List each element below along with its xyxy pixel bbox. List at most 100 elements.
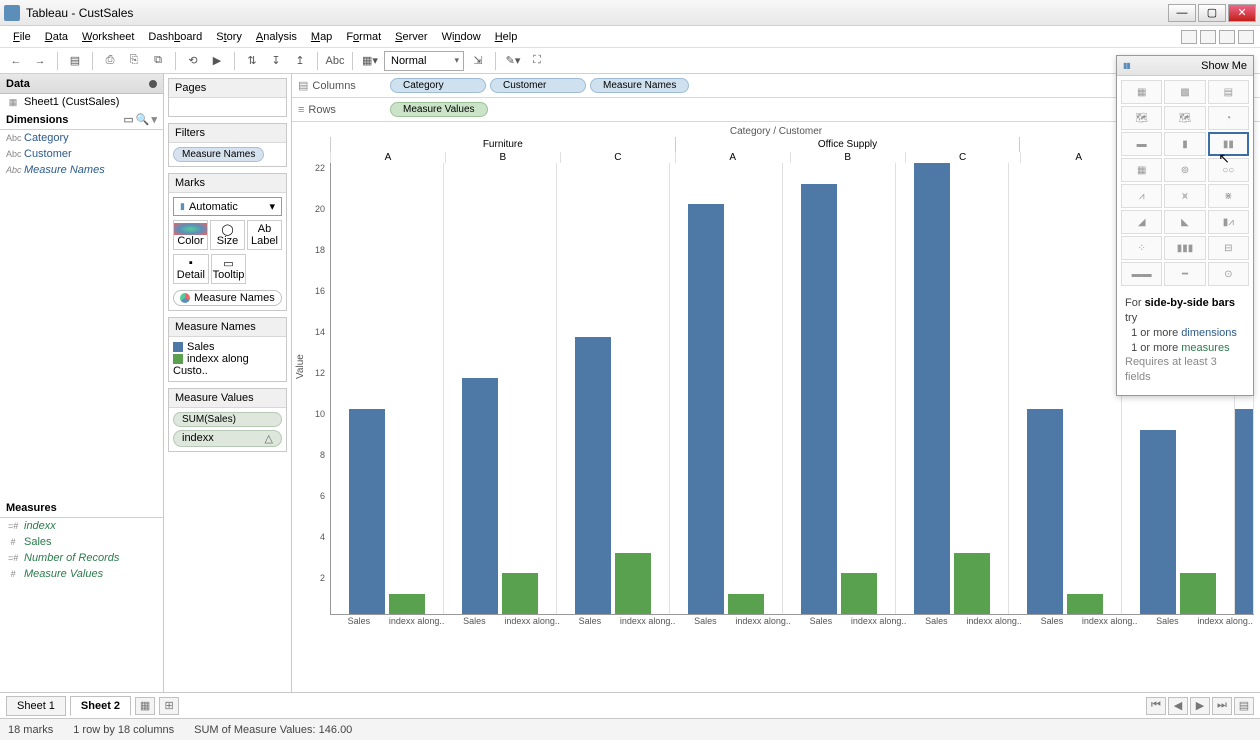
row-pill-measure-values[interactable]: Measure Values	[390, 102, 488, 117]
view-cards-button[interactable]: ▦▾	[360, 52, 380, 70]
menu-story[interactable]: Story	[209, 29, 249, 45]
viztype-packed-bubble[interactable]: ⊙	[1208, 262, 1249, 286]
marks-type-selector[interactable]: Automatic▾	[173, 197, 282, 216]
forward-button[interactable]: →	[30, 52, 50, 70]
fit-selector[interactable]: Normal	[384, 51, 464, 71]
new-datasource-button[interactable]: ⎙	[100, 52, 120, 70]
viztype-dual-combo[interactable]: ▮⩘	[1208, 210, 1249, 234]
viztype-scatter[interactable]: ⁘	[1121, 236, 1162, 260]
viztype-box-plot[interactable]: ⊟	[1208, 236, 1249, 260]
presentation-button[interactable]: ⛶	[527, 52, 547, 70]
dim-measure-names[interactable]: AbcMeasure Names	[0, 162, 163, 178]
viztype-text-table[interactable]: ▦	[1121, 80, 1162, 104]
marks-size-button[interactable]: ◯Size	[210, 220, 245, 250]
menu-server[interactable]: Server	[388, 29, 434, 45]
new-sheet-button[interactable]: ▦	[135, 697, 155, 715]
viztype-hbar[interactable]: ▬	[1121, 132, 1162, 156]
menu-analysis[interactable]: Analysis	[249, 29, 304, 45]
tab-prev-button[interactable]: ◀	[1168, 697, 1188, 715]
mea-measure-values[interactable]: #Measure Values	[0, 566, 163, 582]
viztype-treemap[interactable]: ▦	[1121, 158, 1162, 182]
marks-detail-button[interactable]: ▪Detail	[173, 254, 209, 284]
tab-next-button[interactable]: ▶	[1190, 697, 1210, 715]
duplicate-button[interactable]: ⧉	[148, 52, 168, 70]
tab-last-button[interactable]: ⏭	[1212, 697, 1232, 715]
viztype-highlight-table[interactable]: ▤	[1208, 80, 1249, 104]
viztype-pie[interactable]: ◔	[1208, 106, 1249, 130]
menu-worksheet[interactable]: Worksheet	[75, 29, 141, 45]
marks-tooltip-button[interactable]: ▭Tooltip	[211, 254, 247, 284]
maximize-button[interactable]: ▢	[1198, 4, 1226, 22]
new-dashboard-button[interactable]: ⊞	[159, 697, 179, 715]
viztype-circle-views[interactable]: ⊚	[1164, 158, 1205, 182]
new-worksheet-button[interactable]: ⎘	[124, 52, 144, 70]
mea-number-records[interactable]: =#Number of Records	[0, 550, 163, 566]
datasource-row[interactable]: ▦Sheet1 (CustSales)	[0, 94, 163, 110]
rows-shelf[interactable]: Rows Measure Values	[292, 98, 1260, 122]
mv-pill-indexx[interactable]: indexx△	[173, 430, 282, 447]
minimize-button[interactable]: —	[1168, 4, 1196, 22]
fix-axes-button[interactable]: ⇲	[468, 52, 488, 70]
menu-data[interactable]: Data	[38, 29, 75, 45]
viztype-histogram[interactable]: ▮▮▮	[1164, 236, 1205, 260]
menu-file[interactable]: File	[6, 29, 38, 45]
labels-button[interactable]: Abc	[325, 52, 345, 70]
viztype-line-cont[interactable]: ⩘	[1121, 184, 1162, 208]
mea-indexx[interactable]: =#indexx	[0, 518, 163, 534]
columns-shelf[interactable]: Columns Category Customer Measure Names	[292, 74, 1260, 98]
viztype-bullet[interactable]: ━	[1164, 262, 1205, 286]
tab-sheet2[interactable]: Sheet 2	[70, 696, 131, 716]
tab-first-button[interactable]: ⏮	[1146, 697, 1166, 715]
save-button[interactable]: ▤	[65, 52, 85, 70]
viztype-heat-map[interactable]: ▩	[1164, 80, 1205, 104]
viztype-stacked-bar[interactable]: ▮	[1164, 132, 1205, 156]
expand-button[interactable]	[1238, 30, 1254, 44]
viztype-gantt[interactable]: ▬▬	[1121, 262, 1162, 286]
marks-label-button[interactable]: AbLabel	[247, 220, 282, 250]
app-icon	[4, 5, 20, 21]
show-me-grid: ▦ ▩ ▤ 🗺 🗺 ◔ ▬ ▮ ▮▮ ▦ ⊚ ○○ ⩘ ⩙ ⋇ ◢ ◣ ▮⩘ ⁘…	[1117, 76, 1253, 290]
viztype-dual-line[interactable]: ⋇	[1208, 184, 1249, 208]
show-me-panel[interactable]: Show Me ▦ ▩ ▤ 🗺 🗺 ◔ ▬ ▮ ▮▮ ▦ ⊚ ○○ ⩘ ⩙ ⋇ …	[1116, 55, 1254, 396]
viztype-side-by-side-bar[interactable]: ▮▮	[1208, 132, 1249, 156]
swap-button[interactable]: ⇅	[242, 52, 262, 70]
presentation-mode-button[interactable]	[1181, 30, 1197, 44]
menu-dashboard[interactable]: Dashboard	[141, 29, 209, 45]
showme-toggle-button[interactable]	[1219, 30, 1235, 44]
sort-desc-button[interactable]: ↥	[290, 52, 310, 70]
filter-pill-measure-names[interactable]: Measure Names	[173, 147, 264, 162]
dim-customer[interactable]: AbcCustomer	[0, 146, 163, 162]
back-button[interactable]: ←	[6, 52, 26, 70]
clear-button[interactable]: ⟲	[183, 52, 203, 70]
menu-format[interactable]: Format	[339, 29, 388, 45]
sort-asc-button[interactable]: ↧	[266, 52, 286, 70]
viztype-symbol-map[interactable]: 🗺	[1121, 106, 1162, 130]
legend-item-indexx[interactable]: indexx along Custo..	[173, 353, 282, 377]
close-button[interactable]: ✕	[1228, 4, 1256, 22]
tab-list-button[interactable]: ▤	[1234, 697, 1254, 715]
viztype-side-circle[interactable]: ○○	[1208, 158, 1249, 182]
show-me-header[interactable]: Show Me	[1117, 56, 1253, 76]
pages-card: Pages	[168, 78, 287, 117]
viztype-area-cont[interactable]: ◢	[1121, 210, 1162, 234]
y-axis-label: Value	[295, 354, 306, 379]
mv-pill-sum-sales[interactable]: SUM(Sales)	[173, 412, 282, 427]
marks-color-button[interactable]: Color	[173, 220, 208, 250]
viztype-filled-map[interactable]: 🗺	[1164, 106, 1205, 130]
viztype-area-disc[interactable]: ◣	[1164, 210, 1205, 234]
marks-color-pill[interactable]: Measure Names	[173, 290, 282, 306]
menu-map[interactable]: Map	[304, 29, 339, 45]
grid-view-button[interactable]	[1200, 30, 1216, 44]
legend-item-sales[interactable]: Sales	[173, 341, 282, 353]
col-pill-measure-names[interactable]: Measure Names	[590, 78, 689, 93]
auto-update-button[interactable]: ▶	[207, 52, 227, 70]
viztype-line-disc[interactable]: ⩙	[1164, 184, 1205, 208]
menu-window[interactable]: Window	[435, 29, 488, 45]
col-pill-category[interactable]: Category	[390, 78, 486, 93]
highlight-button[interactable]: ✎▾	[503, 52, 523, 70]
menu-help[interactable]: Help	[488, 29, 525, 45]
tab-sheet1[interactable]: Sheet 1	[6, 696, 66, 716]
col-pill-customer[interactable]: Customer	[490, 78, 586, 93]
dim-category[interactable]: AbcCategory	[0, 130, 163, 146]
mea-sales[interactable]: #Sales	[0, 534, 163, 550]
